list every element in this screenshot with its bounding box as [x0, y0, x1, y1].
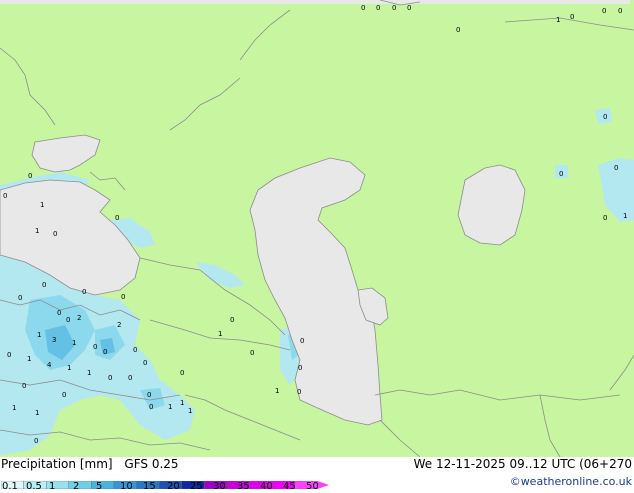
map-value: 0 [618, 7, 622, 15]
map-value: 0 [22, 382, 26, 390]
scale-tick-label: 20 [167, 481, 180, 492]
map-value: 1 [72, 339, 76, 347]
map-value: 0 [82, 288, 86, 296]
map-value: 0 [108, 374, 112, 382]
scale-tick-label: 5 [96, 481, 103, 492]
map-value: 1 [35, 409, 39, 417]
map-value: 0 [376, 4, 380, 12]
map-value: 0 [66, 316, 70, 324]
map-value: 0 [603, 113, 607, 121]
map-value: 0 [180, 369, 184, 377]
map-value: 0 [300, 337, 304, 345]
footer-bar: Precipitation [mm] GFS 0.25 We 12-11-202… [0, 457, 634, 492]
map-value: 3 [52, 336, 56, 344]
credit-link[interactable]: ©weatheronline.co.uk [510, 475, 632, 488]
scale-tick-label: 0.5 [26, 481, 42, 492]
scale-swatch [91, 480, 115, 490]
map-value: 0 [53, 230, 57, 238]
map-title: Precipitation [mm] GFS 0.25 [1, 457, 179, 471]
model-name: GFS 0.25 [124, 457, 179, 471]
scale-tick-label: 25 [190, 481, 203, 492]
map-value: 0 [392, 4, 396, 12]
scale-tick-label: 10 [120, 481, 133, 492]
scale-overflow-arrow [317, 481, 329, 489]
map-value: 1 [188, 407, 192, 415]
map-value: 0 [614, 164, 618, 172]
scale-tick-label: 15 [143, 481, 156, 492]
scale-tick-label: 35 [237, 481, 250, 492]
map-value: 0 [28, 172, 32, 180]
valid-time: We 12-11-2025 09..12 UTC (06+270 [413, 457, 632, 471]
map-value: 0 [250, 349, 254, 357]
map-value: 1 [275, 387, 279, 395]
scale-tick-label: 45 [283, 481, 296, 492]
map-value: 0 [143, 359, 147, 367]
map-value: 1 [168, 403, 172, 411]
map-value: 0 [298, 364, 302, 372]
map-value: 1 [180, 399, 184, 407]
map-value: 1 [67, 364, 71, 372]
map-value: 0 [121, 293, 125, 301]
map-value: 1 [12, 404, 16, 412]
map-value: 0 [3, 192, 7, 200]
title-text: Precipitation [mm] [1, 457, 113, 471]
map-value: 4 [47, 361, 52, 369]
map-value: 0 [230, 316, 234, 324]
map-value: 0 [559, 170, 563, 178]
scale-tick-label: 40 [260, 481, 273, 492]
map-value: 0 [7, 351, 11, 359]
map-value: 2 [117, 321, 121, 329]
map-value: 0 [34, 437, 38, 445]
map-value: 1 [37, 331, 41, 339]
map-value: 0 [62, 391, 66, 399]
map-value: 0 [42, 281, 46, 289]
scale-tick-label: 2 [73, 481, 80, 492]
precipitation-map: 0 0 0 0 1 0 0 0 0 0 0 0 0 1 0 0 1 0 1 0 … [0, 0, 634, 458]
map-value: 1 [218, 330, 222, 338]
map-value: 0 [103, 348, 107, 356]
scale-tick-label: 50 [306, 481, 319, 492]
map-value: 0 [456, 26, 460, 34]
map-value: 1 [35, 227, 39, 235]
map-value: 0 [93, 343, 97, 351]
map-value: 1 [40, 201, 44, 209]
map-value: 0 [147, 391, 151, 399]
scale-tick-label: 0.1 [2, 481, 18, 492]
map-value: 0 [603, 214, 607, 222]
map-value: 0 [407, 4, 411, 12]
map-value: 0 [570, 13, 574, 21]
map-value: 1 [556, 16, 560, 24]
map-value: 1 [623, 212, 627, 220]
map-value: 0 [128, 374, 132, 382]
scale-tick-label: 1 [49, 481, 56, 492]
map-value: 0 [361, 4, 365, 12]
map-value: 1 [87, 369, 91, 377]
map-value: 0 [115, 214, 119, 222]
map-value: 0 [57, 309, 61, 317]
map-value: 0 [602, 7, 606, 15]
map-value: 2 [77, 314, 81, 322]
map-value: 0 [133, 346, 137, 354]
map-value: 0 [297, 388, 301, 396]
map-value: 0 [149, 403, 153, 411]
map-value: 0 [18, 294, 22, 302]
map-value: 1 [27, 355, 31, 363]
scale-tick-label: 30 [213, 481, 226, 492]
